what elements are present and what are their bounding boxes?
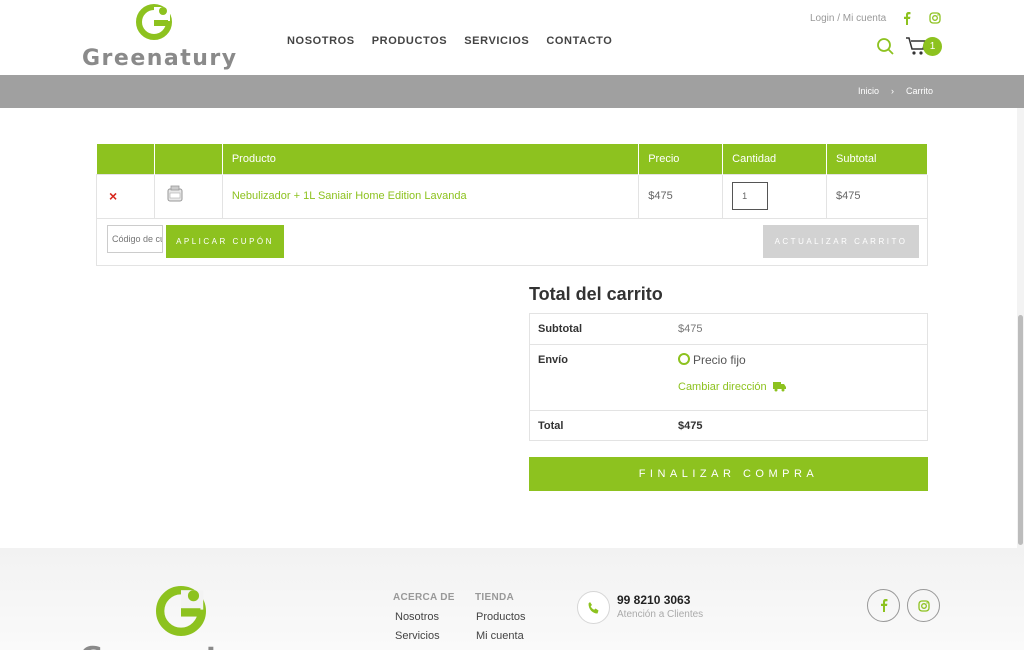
footer-facebook-icon[interactable] <box>867 589 900 622</box>
site-header: Greenatury NOSOTROS PRODUCTOS SERVICIOS … <box>0 0 1024 75</box>
footer-col-about-title: ACERCA DE <box>393 592 455 603</box>
footer-link-productos[interactable]: Productos <box>476 611 526 623</box>
instagram-icon[interactable] <box>928 11 942 25</box>
footer-link-mi-cuenta[interactable]: Mi cuenta <box>476 630 526 642</box>
search-icon[interactable] <box>876 37 894 55</box>
subtotal-cell: $475 <box>826 173 928 219</box>
breadcrumb-separator: › <box>890 86 894 96</box>
cart-totals-table: Subtotal $475 Envío Precio fijo Cambiar … <box>529 313 928 441</box>
footer-logo-wordmark: Greenatury <box>80 640 279 650</box>
footer-col-store: TIENDA Productos Mi cuenta <box>475 592 526 649</box>
login-link[interactable]: Login / Mi cuenta <box>810 13 886 24</box>
col-thumbnail <box>154 144 223 174</box>
col-product: Producto <box>222 144 640 174</box>
cart-actions: APLICAR CUPÓN ACTUALIZAR CARRITO <box>96 217 928 266</box>
subtotal-row: Subtotal $475 <box>530 314 927 345</box>
nav-contacto[interactable]: CONTACTO <box>546 35 612 47</box>
cart-header-row: Producto Precio Cantidad Subtotal <box>96 144 928 174</box>
total-value: $475 <box>678 420 703 432</box>
greenatury-logo-icon <box>136 4 172 40</box>
shipping-label: Envío <box>538 354 568 366</box>
subtotal-label: Subtotal <box>538 323 582 335</box>
product-cell: Nebulizador + 1L Saniair Home Edition La… <box>221 173 640 219</box>
price-cell: $475 <box>638 173 724 219</box>
site-footer: Greenatury ACERCA DE Nosotros Servicios … <box>0 548 1024 650</box>
phone-caption: Atención a Clientes <box>617 609 704 620</box>
total-row: Total $475 <box>530 411 927 441</box>
cart-page: Greenatury NOSOTROS PRODUCTOS SERVICIOS … <box>0 0 1024 650</box>
quantity-cell <box>722 173 828 219</box>
col-price: Precio <box>638 144 724 174</box>
page-banner: Inicio › Carrito <box>0 75 1024 108</box>
apply-coupon-button[interactable]: APLICAR CUPÓN <box>166 225 284 258</box>
footer-link-nosotros[interactable]: Nosotros <box>395 611 455 623</box>
col-quantity: Cantidad <box>722 144 828 174</box>
product-link[interactable]: Nebulizador + 1L Saniair Home Edition La… <box>232 190 467 202</box>
total-label: Total <box>538 420 564 432</box>
footer-link-servicios[interactable]: Servicios <box>395 630 455 642</box>
scrollbar-thumb[interactable] <box>1018 315 1023 545</box>
remove-item-button[interactable]: × <box>109 188 117 204</box>
shipping-radio[interactable] <box>678 353 690 365</box>
breadcrumb: Inicio › Carrito <box>858 86 933 96</box>
breadcrumb-current: Carrito <box>905 86 933 96</box>
cart-totals-title: Total del carrito <box>529 284 663 304</box>
nav-nosotros[interactable]: NOSOTROS <box>287 35 355 47</box>
breadcrumb-home[interactable]: Inicio <box>858 86 879 96</box>
remove-cell: × <box>96 173 155 219</box>
footer-col-store-title: TIENDA <box>475 592 515 603</box>
main-nav: NOSOTROS PRODUCTOS SERVICIOS CONTACTO <box>287 35 612 47</box>
quantity-input[interactable] <box>732 182 769 210</box>
logo-wordmark: Greenatury <box>82 46 238 71</box>
table-row: × Nebulizador + 1L Saniair Home Edition … <box>96 173 928 219</box>
footer-col-about: ACERCA DE Nosotros Servicios <box>393 592 455 649</box>
footer-instagram-icon[interactable] <box>907 589 940 622</box>
subtotal-value: $475 <box>678 323 703 335</box>
nav-productos[interactable]: PRODUCTOS <box>372 35 447 47</box>
coupon-input[interactable] <box>107 225 163 253</box>
update-cart-button[interactable]: ACTUALIZAR CARRITO <box>763 225 919 258</box>
footer-logo-icon[interactable] <box>156 586 206 636</box>
nav-servicios[interactable]: SERVICIOS <box>464 35 529 47</box>
facebook-icon[interactable] <box>900 11 914 25</box>
checkout-button[interactable]: FINALIZAR COMPRA <box>529 457 928 491</box>
col-remove <box>96 144 155 174</box>
phone-icon <box>577 591 610 624</box>
shipping-option-label[interactable]: Precio fijo <box>693 353 746 367</box>
truck-icon <box>773 382 786 392</box>
product-thumbnail[interactable] <box>164 184 186 206</box>
col-subtotal: Subtotal <box>826 144 928 174</box>
change-address-link[interactable]: Cambiar dirección <box>678 381 767 393</box>
cart-table: Producto Precio Cantidad Subtotal × Nebu… <box>96 144 928 219</box>
site-logo[interactable]: Greenatury <box>82 4 236 71</box>
cart-count-badge[interactable]: 1 <box>923 37 942 56</box>
phone-number[interactable]: 99 8210 3063 <box>617 593 690 607</box>
header-utility: Login / Mi cuenta <box>810 11 942 25</box>
shipping-row: Envío Precio fijo Cambiar dirección <box>530 345 927 411</box>
thumbnail-cell <box>153 173 223 219</box>
